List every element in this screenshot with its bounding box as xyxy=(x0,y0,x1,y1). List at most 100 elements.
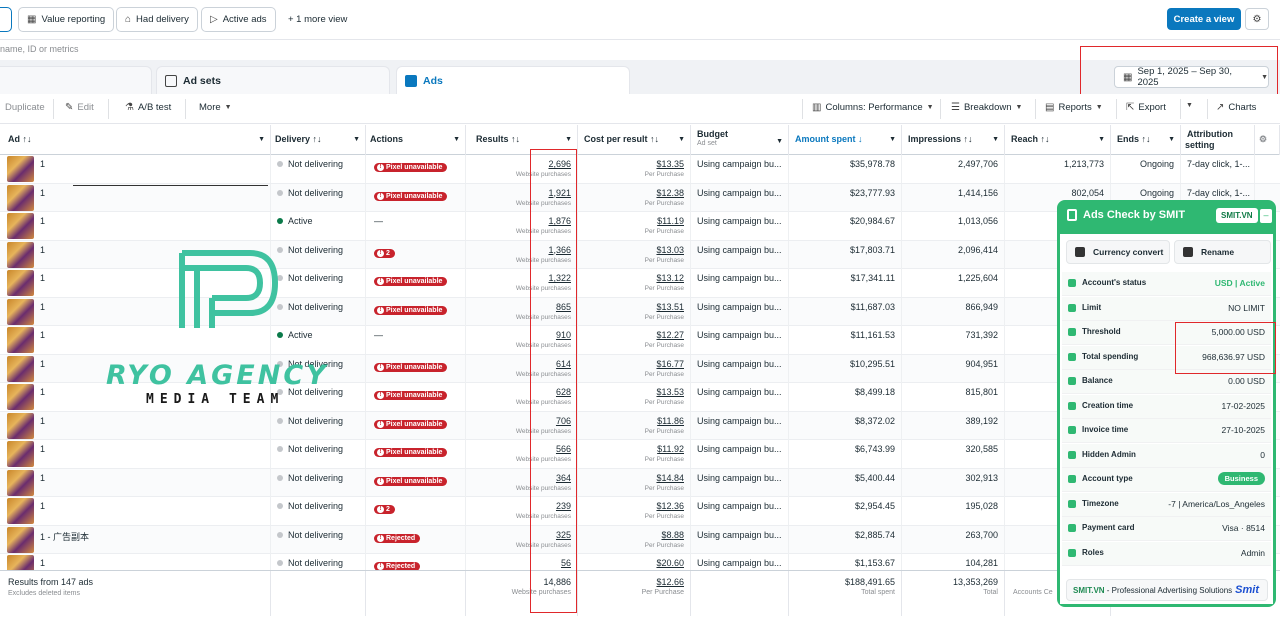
col-amount-spent[interactable]: Amount spent ↓ ▼ xyxy=(789,125,902,155)
tab-campaigns[interactable] xyxy=(0,66,152,94)
tab-ad-sets[interactable]: Ad sets xyxy=(156,66,390,94)
col-impressions[interactable]: Impressions ↑↓ ▼ xyxy=(902,125,1005,155)
export-button[interactable]: ⇱ Export xyxy=(1126,102,1166,113)
edit-button[interactable]: ✎ Edit xyxy=(65,102,94,113)
ad-thumbnail[interactable] xyxy=(7,156,34,182)
ad-thumbnail[interactable] xyxy=(7,270,34,296)
ad-thumbnail[interactable] xyxy=(7,184,34,211)
tab-ads[interactable]: Ads xyxy=(396,66,630,94)
search-input[interactable]: name, ID or metrics xyxy=(0,44,79,54)
ad-name[interactable]: 1 xyxy=(40,216,45,226)
ad-name[interactable]: 1 xyxy=(40,473,45,483)
cpr-value[interactable]: $13.35 xyxy=(656,159,684,169)
action-badge[interactable]: ! Pixel unavailable xyxy=(374,448,448,457)
more-button[interactable]: More ▼ xyxy=(199,102,232,113)
charts-button[interactable]: ↗ Charts xyxy=(1216,102,1256,113)
col-attribution[interactable]: Attribution setting xyxy=(1181,125,1255,155)
ad-thumbnail[interactable] xyxy=(7,441,34,467)
cpr-value[interactable]: $13.53 xyxy=(656,387,684,397)
action-badge[interactable]: ! Pixel unavailable xyxy=(374,362,448,372)
table-row[interactable]: 1 Not delivering! Pixel unavailable 2,696 We… xyxy=(0,155,1280,184)
action-badge[interactable]: ! 2 xyxy=(374,505,395,514)
ad-thumbnail[interactable] xyxy=(7,412,34,439)
ad-name[interactable]: 1 xyxy=(40,245,45,255)
ad-name[interactable]: 1 xyxy=(40,444,45,454)
duplicate-button[interactable]: Duplicate xyxy=(5,102,45,113)
view-value-reporting[interactable]: ▦ Value reporting xyxy=(18,7,115,32)
ad-name[interactable]: 1 xyxy=(40,159,45,169)
view-active-ads[interactable]: ▷ Active ads xyxy=(201,7,276,32)
col-actions[interactable]: Actions ▼ xyxy=(366,125,466,155)
create-view-button[interactable]: Create a view xyxy=(1167,8,1241,30)
ad-thumbnail[interactable] xyxy=(7,526,34,553)
ad-thumbnail[interactable] xyxy=(7,241,34,268)
cpr-value[interactable]: $13.51 xyxy=(656,302,684,312)
action-badge[interactable]: ! Pixel unavailable xyxy=(374,305,448,315)
info-row: Account's status USD | Active xyxy=(1062,272,1271,296)
col-budget[interactable]: Budget Ad set ▼ xyxy=(691,125,789,155)
column-settings-icon[interactable]: ⚙ xyxy=(1255,125,1280,155)
cell-spent: $17,803.71 xyxy=(789,240,902,269)
view-had-delivery[interactable]: ⌂ Had delivery xyxy=(116,7,198,32)
panel-footer[interactable]: SMIT.VN - Professional Advertising Solut… xyxy=(1066,579,1268,601)
ad-name[interactable]: 1 xyxy=(40,416,45,426)
reports-button[interactable]: ▤ Reports ▼ xyxy=(1045,102,1103,113)
ad-thumbnail[interactable] xyxy=(7,469,34,496)
view-button-partial[interactable] xyxy=(0,7,12,32)
view-settings-icon[interactable]: ⚙ xyxy=(1245,8,1269,30)
col-cost-per-result[interactable]: Cost per result ↑↓ ▼ xyxy=(578,125,691,155)
action-badge[interactable]: ! Pixel unavailable xyxy=(374,163,448,172)
ad-thumbnail[interactable] xyxy=(7,355,34,382)
budget-value: Using campaign bu... xyxy=(697,358,782,369)
ad-name[interactable]: 1 xyxy=(40,501,45,511)
ad-name[interactable]: 1 xyxy=(40,330,45,340)
col-delivery[interactable]: Delivery ↑↓ ▼ xyxy=(271,125,366,155)
breakdown-button[interactable]: ☰ Breakdown ▼ xyxy=(951,102,1022,113)
ad-thumbnail[interactable] xyxy=(7,213,34,239)
ad-name[interactable]: 1 xyxy=(40,273,45,283)
col-reach[interactable]: Reach ↑↓ ▼ xyxy=(1005,125,1111,155)
action-badge[interactable]: ! Pixel unavailable xyxy=(374,277,448,286)
ad-name[interactable]: 1 xyxy=(40,558,45,568)
action-badge[interactable]: ! Pixel unavailable xyxy=(374,476,448,486)
cpr-value[interactable]: $12.36 xyxy=(656,501,684,511)
rename-button[interactable]: Rename xyxy=(1174,240,1271,264)
ad-name[interactable]: 1 - 广告副本 xyxy=(40,530,89,543)
columns-button[interactable]: ▥ Columns: Performance ▼ xyxy=(812,102,934,113)
col-ad[interactable]: Ad ↑↓ ▼ xyxy=(0,125,271,155)
cpr-value[interactable]: $11.19 xyxy=(657,216,684,226)
cpr-value[interactable]: $20.60 xyxy=(656,558,684,568)
ad-thumbnail[interactable] xyxy=(7,298,34,325)
action-badge[interactable]: ! Pixel unavailable xyxy=(374,191,448,201)
cell-attr: 7-day click, 1-... xyxy=(1181,155,1255,183)
smit-chip[interactable]: SMIT.VN xyxy=(1216,208,1258,223)
action-badge[interactable]: ! Pixel unavailable xyxy=(374,419,448,429)
cpr-value[interactable]: $16.77 xyxy=(656,359,684,369)
cpr-value[interactable]: $12.27 xyxy=(656,330,684,340)
cpr-value[interactable]: $12.38 xyxy=(656,188,684,198)
export-dropdown[interactable]: ▼ xyxy=(1186,102,1193,109)
ad-name[interactable]: 1 xyxy=(40,188,45,198)
currency-convert-button[interactable]: Currency convert xyxy=(1066,240,1170,264)
cpr-value[interactable]: $8.88 xyxy=(661,530,684,540)
ad-thumbnail[interactable] xyxy=(7,384,34,410)
info-row: Account type Business xyxy=(1062,468,1271,492)
col-ends[interactable]: Ends ↑↓ ▼ xyxy=(1111,125,1181,155)
cpr-value[interactable]: $13.03 xyxy=(656,245,684,255)
cpr-value[interactable]: $11.92 xyxy=(657,444,684,454)
action-badge[interactable]: ! 2 xyxy=(374,248,395,258)
cpr-value[interactable]: $14.84 xyxy=(656,473,684,483)
cpr-value[interactable]: $13.12 xyxy=(656,273,684,283)
action-badge[interactable]: ! Rejected xyxy=(374,533,421,543)
ad-thumbnail[interactable] xyxy=(7,498,34,524)
ad-thumbnail[interactable] xyxy=(7,327,34,353)
ad-name[interactable]: 1 xyxy=(40,359,45,369)
ab-test-button[interactable]: ⚗ A/B test xyxy=(125,102,171,113)
minimize-icon[interactable]: – xyxy=(1260,209,1272,223)
ad-name[interactable]: 1 xyxy=(40,302,45,312)
action-badge[interactable]: ! Pixel unavailable xyxy=(374,391,448,400)
ad-name[interactable]: 1 xyxy=(40,387,45,397)
cpr-type: Per Purchase xyxy=(644,171,684,178)
cpr-value[interactable]: $11.86 xyxy=(657,416,684,426)
more-view-link[interactable]: + 1 more view xyxy=(288,14,347,25)
